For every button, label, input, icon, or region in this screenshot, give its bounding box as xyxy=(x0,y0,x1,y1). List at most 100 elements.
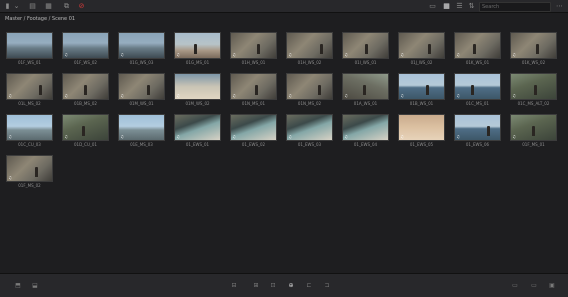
clip-name: 01K_WS_02 xyxy=(521,60,546,65)
clip-image[interactable]: ♫ xyxy=(454,73,501,100)
menu-icon[interactable]: ⋯ xyxy=(555,2,564,10)
viewer-large-icon[interactable]: ▣ xyxy=(548,282,556,289)
audio-badge-icon: ♫ xyxy=(120,93,124,98)
clip-thumbnail[interactable]: ♫ 01M_WS_02 xyxy=(174,73,221,107)
clip-image[interactable]: ♫ xyxy=(62,73,109,100)
clip-image[interactable]: ♫ xyxy=(398,32,445,59)
import-icon[interactable]: ⬒ xyxy=(14,282,22,289)
clip-image[interactable]: ♫ xyxy=(62,32,109,59)
clip-image[interactable]: ♫ xyxy=(342,73,389,100)
clip-thumbnail[interactable]: ♫ 01D_CU_01 xyxy=(62,114,109,148)
person-figure xyxy=(534,85,537,95)
clip-thumbnail[interactable]: ♫ 01G_WS_03 xyxy=(118,32,165,66)
clip-thumbnail[interactable]: ♫ 01B_WS_01 xyxy=(398,73,445,107)
clip-thumbnail[interactable]: ♫ 01_EWS_04 xyxy=(342,114,389,148)
clip-thumbnail[interactable]: ♫ 01M_WS_01 xyxy=(118,73,165,107)
replace-clip-icon[interactable]: ⊡ xyxy=(269,282,277,289)
clip-thumbnail[interactable]: 01F_WS_01 xyxy=(6,32,53,66)
clip-thumbnail[interactable]: ♫ 01C_CU_03 xyxy=(6,114,53,148)
clip-image[interactable]: ♫ xyxy=(174,32,221,59)
search-input[interactable] xyxy=(482,3,544,11)
clip-image[interactable]: ♫ xyxy=(6,155,53,182)
clip-image[interactable]: ♫ xyxy=(118,114,165,141)
clip-thumbnail[interactable]: ♫ 01K_WS_02 xyxy=(510,32,557,66)
clip-thumbnail[interactable]: ♫ 01_EWS_01 xyxy=(174,114,221,148)
clip-thumbnail[interactable]: ♫ 01H_WS_02 xyxy=(286,32,333,66)
person-figure xyxy=(365,44,368,54)
list-view-icon[interactable]: ☰ xyxy=(455,2,464,10)
place-on-top-icon[interactable]: ⊕ xyxy=(287,282,295,289)
clip-thumbnail[interactable]: ♫ 01_EWS_06 xyxy=(454,114,501,148)
sidebar-icon[interactable]: ▮ xyxy=(3,2,12,10)
clip-image[interactable]: ♫ xyxy=(230,114,277,141)
viewer-small-icon[interactable]: ▭ xyxy=(511,282,519,289)
link-icon[interactable]: ⧉ xyxy=(62,2,71,10)
clip-image[interactable]: ♫ xyxy=(286,32,333,59)
insert-clip-icon[interactable]: ⊟ xyxy=(230,282,238,289)
clip-image[interactable]: ♫ xyxy=(62,114,109,141)
clip-image[interactable]: ♫ xyxy=(454,32,501,59)
clip-thumbnail[interactable]: ♫ 01F_MS_02 xyxy=(6,155,53,189)
clip-thumbnail[interactable]: ♫ 01H_WS_01 xyxy=(230,32,277,66)
clip-thumbnail[interactable]: ♫ 01F_WS_02 xyxy=(62,32,109,66)
person-figure xyxy=(428,44,431,54)
clip-thumbnail[interactable]: ♫ 01_EWS_03 xyxy=(286,114,333,148)
filmstrip-view-icon[interactable]: ▭ xyxy=(428,2,437,10)
clip-thumbnail[interactable]: ♫ 01C_MS_ALT_02 xyxy=(510,73,557,107)
list-icon[interactable]: ▦ xyxy=(44,2,53,10)
breadcrumb[interactable]: Master / Footage / Scene 01 xyxy=(5,15,75,23)
clip-thumbnail[interactable]: ♫ 01G_MS_01 xyxy=(174,32,221,66)
audio-badge-icon: ♫ xyxy=(176,134,180,139)
clip-image[interactable]: ♫ xyxy=(118,32,165,59)
clip-image[interactable] xyxy=(6,32,53,59)
overwrite-clip-icon[interactable]: ⊞ xyxy=(252,282,260,289)
clip-image[interactable]: ♫ xyxy=(174,73,221,100)
person-figure xyxy=(194,44,197,54)
clip-image[interactable]: ♫ xyxy=(342,114,389,141)
clip-thumbnail[interactable]: ♫ 01B_MS_02 xyxy=(62,73,109,107)
clip-name: 01_EWS_04 xyxy=(353,142,378,147)
clip-thumbnail[interactable]: ♫ 01L_MS_02 xyxy=(6,73,53,107)
clip-thumbnail[interactable]: ♫ 01J_WS_02 xyxy=(398,32,445,66)
clip-thumbnail[interactable]: ♫ 01F_MS_01 xyxy=(510,114,557,148)
clip-image[interactable]: ♫ xyxy=(454,114,501,141)
viewer-medium-icon[interactable]: ▭ xyxy=(530,282,538,289)
clip-thumbnail[interactable]: ♫ 01C_MS_01 xyxy=(454,73,501,107)
clip-image[interactable]: ♫ xyxy=(510,32,557,59)
clip-image[interactable]: ♫ xyxy=(398,73,445,100)
clip-image[interactable]: ♫ xyxy=(510,73,557,100)
person-figure xyxy=(147,85,150,95)
clip-image[interactable]: ♫ xyxy=(6,114,53,141)
clip-thumbnail[interactable]: ♫ 01E_MS_03 xyxy=(118,114,165,148)
clip-image[interactable]: ♫ xyxy=(230,73,277,100)
clip-name: 01M_WS_02 xyxy=(185,101,210,106)
export-icon[interactable]: ⬓ xyxy=(31,282,39,289)
clip-name: 01N_MS_01 xyxy=(241,101,266,106)
clip-thumbnail[interactable]: ♫ 01K_WS_01 xyxy=(454,32,501,66)
clip-image[interactable]: ♫ xyxy=(286,114,333,141)
sort-icon[interactable]: ⇅ xyxy=(467,2,476,10)
clip-image[interactable]: ♫ xyxy=(118,73,165,100)
clip-thumbnail[interactable]: ♫ 01N_MS_01 xyxy=(230,73,277,107)
dropdown-chevron-icon[interactable]: ⌄ xyxy=(12,2,21,10)
stop-icon[interactable]: ⊘ xyxy=(77,2,86,10)
metadata-icon[interactable]: ▤ xyxy=(28,2,37,10)
search-field[interactable] xyxy=(479,2,551,12)
thumbnail-view-icon[interactable]: ▦ xyxy=(442,2,451,10)
audio-badge-icon: ♫ xyxy=(176,52,180,57)
clip-image[interactable]: ♫ xyxy=(6,73,53,100)
clip-thumbnail[interactable]: ♫ 01A_WS_01 xyxy=(342,73,389,107)
clip-thumbnail[interactable]: ♫ 01_EWS_05 xyxy=(398,114,445,148)
clip-thumbnail[interactable]: ♫ 01N_MS_02 xyxy=(286,73,333,107)
clip-image[interactable]: ♫ xyxy=(510,114,557,141)
clip-image[interactable]: ♫ xyxy=(286,73,333,100)
clip-image[interactable]: ♫ xyxy=(398,114,445,141)
clip-thumbnail[interactable]: ♫ 01_EWS_02 xyxy=(230,114,277,148)
clip-image[interactable]: ♫ xyxy=(342,32,389,59)
clip-image[interactable]: ♫ xyxy=(230,32,277,59)
clip-image[interactable]: ♫ xyxy=(174,114,221,141)
clip-thumbnail[interactable]: ♫ 01I_WS_01 xyxy=(342,32,389,66)
ripple-overwrite-icon[interactable]: ⊐ xyxy=(323,282,331,289)
audio-badge-icon: ♫ xyxy=(400,93,404,98)
append-icon[interactable]: ⊏ xyxy=(305,282,313,289)
